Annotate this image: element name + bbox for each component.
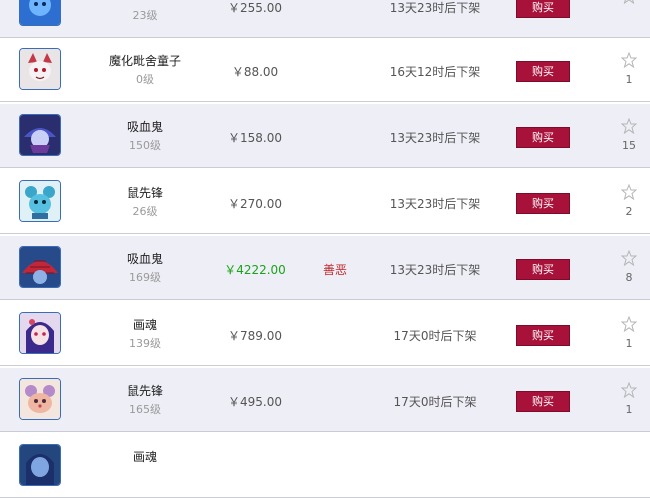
buy-button[interactable]: 购买 (516, 259, 570, 280)
pet-price: ￥158.00 (228, 131, 282, 145)
pet-avatar[interactable] (19, 0, 61, 26)
pet-level: 139级 (129, 337, 161, 350)
buy-button[interactable]: 购买 (516, 0, 570, 18)
favorite-count: 8 (625, 271, 633, 284)
list-item: 鼠先锋 165级 ￥495.00 17天0时后下架 购买 1 (0, 368, 650, 432)
favorite-count: 2 (625, 205, 633, 218)
pet-name[interactable]: 吸血鬼 (100, 250, 190, 267)
pet-level: 169级 (129, 271, 161, 284)
list-item: 画魂 139级 ￥789.00 17天0时后下架 购买 1 (0, 302, 650, 366)
pet-price: ￥270.00 (228, 197, 282, 211)
pet-avatar[interactable] (19, 48, 61, 90)
expire-time: 13天23时后下架 (389, 131, 481, 145)
star-icon[interactable] (621, 118, 637, 134)
star-icon[interactable] (621, 0, 637, 4)
pet-avatar[interactable] (19, 444, 61, 486)
expire-time: 17天0时后下架 (393, 395, 477, 409)
star-icon[interactable] (621, 382, 637, 398)
pet-level: 165级 (129, 403, 161, 416)
pet-avatar[interactable] (19, 378, 61, 420)
pet-price: ￥88.00 (231, 65, 279, 79)
expire-time: 13天23时后下架 (389, 1, 481, 15)
star-icon[interactable] (621, 316, 637, 332)
pet-price: ￥255.00 (228, 1, 282, 15)
pet-avatar[interactable] (19, 312, 61, 354)
pet-price: ￥495.00 (228, 395, 282, 409)
pet-price: ￥4222.00 (224, 263, 286, 277)
item-list: 23级 ￥255.00 13天23时后下架 购买 魔化毗舍童子 0级 ￥88.0… (0, 0, 650, 498)
list-item: 鼠先锋 26级 ￥270.00 13天23时后下架 购买 2 (0, 170, 650, 234)
pet-level: 23级 (132, 9, 158, 22)
pet-avatar[interactable] (19, 246, 61, 288)
buy-button[interactable]: 购买 (516, 193, 570, 214)
pet-name[interactable]: 画魂 (100, 316, 190, 333)
expire-time: 17天0时后下架 (393, 329, 477, 343)
buy-button[interactable]: 购买 (516, 61, 570, 82)
list-item: 吸血鬼 150级 ￥158.00 13天23时后下架 购买 15 (0, 104, 650, 168)
list-item: 吸血鬼 169级 ￥4222.00 善恶 13天23时后下架 购买 8 (0, 236, 650, 300)
star-icon[interactable] (621, 250, 637, 266)
favorite-count: 1 (625, 337, 633, 350)
pet-tag: 善恶 (322, 263, 347, 277)
pet-level: 0级 (136, 73, 154, 86)
pet-name[interactable]: 吸血鬼 (100, 118, 190, 135)
pet-level: 26级 (132, 205, 158, 218)
list-item: 画魂 (0, 434, 650, 498)
list-item: 魔化毗舍童子 0级 ￥88.00 16天12时后下架 购买 1 (0, 38, 650, 102)
pet-name[interactable]: 鼠先锋 (100, 184, 190, 201)
expire-time: 13天23时后下架 (389, 197, 481, 211)
pet-level: 150级 (129, 139, 161, 152)
favorite-count: 1 (625, 403, 633, 416)
favorite-count: 15 (622, 139, 636, 152)
buy-button[interactable]: 购买 (516, 325, 570, 346)
favorite-count: 1 (625, 73, 633, 86)
buy-button[interactable]: 购买 (516, 127, 570, 148)
pet-name[interactable]: 画魂 (100, 448, 190, 465)
pet-price: ￥789.00 (228, 329, 282, 343)
star-icon[interactable] (621, 52, 637, 68)
expire-time: 16天12时后下架 (389, 65, 481, 79)
expire-time: 13天23时后下架 (389, 263, 481, 277)
pet-avatar[interactable] (19, 180, 61, 222)
pet-name[interactable]: 鼠先锋 (100, 382, 190, 399)
list-item: 23级 ￥255.00 13天23时后下架 购买 (0, 0, 650, 38)
star-icon[interactable] (621, 184, 637, 200)
pet-name[interactable]: 魔化毗舍童子 (100, 52, 190, 69)
buy-button[interactable]: 购买 (516, 391, 570, 412)
pet-avatar[interactable] (19, 114, 61, 156)
